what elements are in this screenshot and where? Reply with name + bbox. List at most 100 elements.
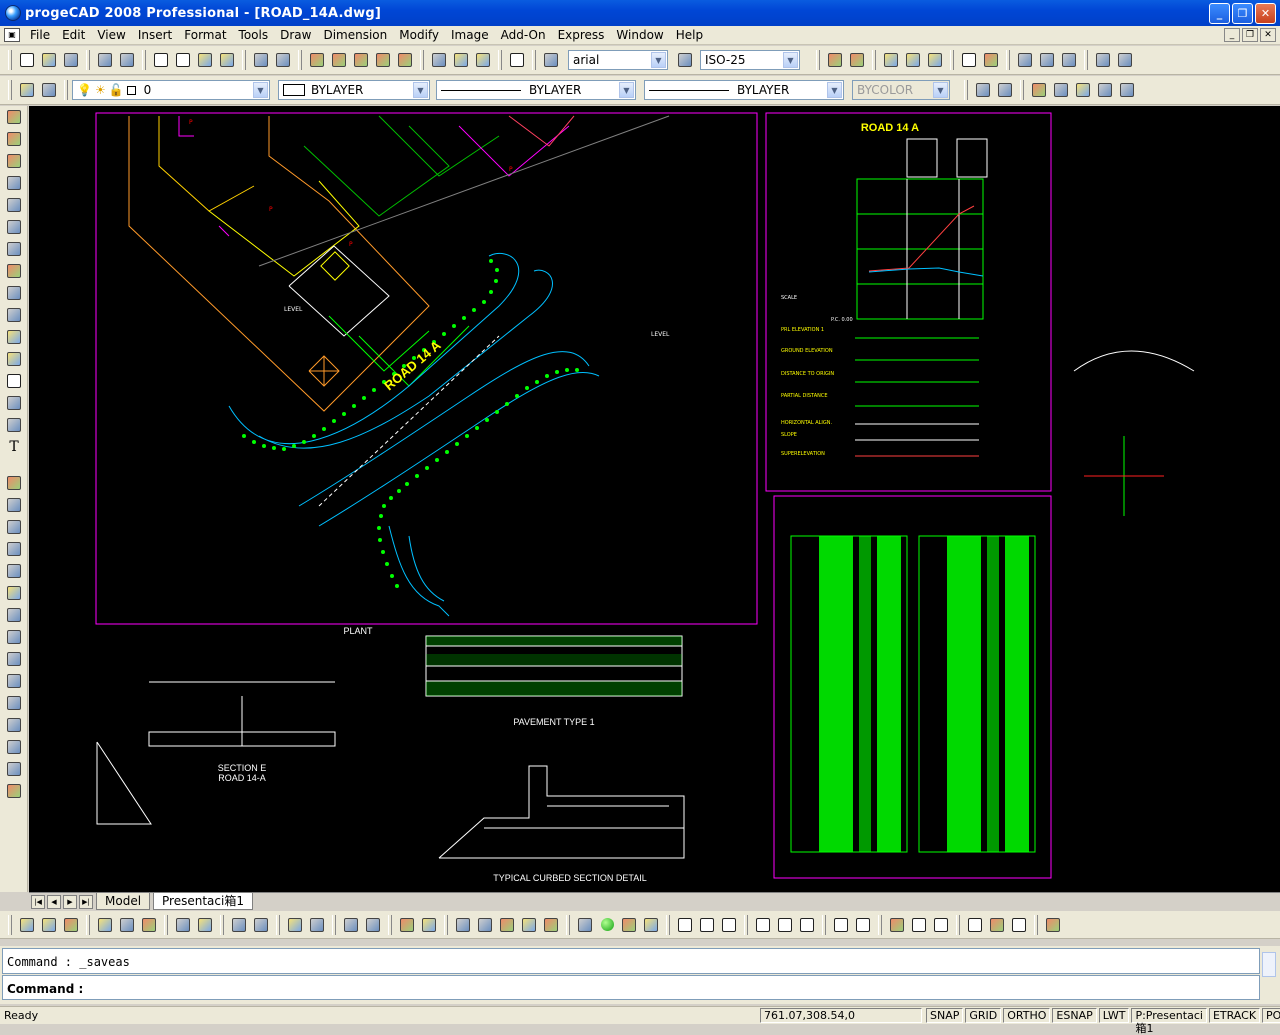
on-all-icon[interactable] (250, 914, 272, 936)
render-view-icon[interactable] (452, 914, 474, 936)
dim-aligned-icon[interactable] (696, 914, 718, 936)
offset-icon[interactable] (3, 538, 25, 560)
ucs-icon[interactable] (640, 914, 662, 936)
print-icon[interactable] (94, 49, 116, 71)
folder-icon[interactable] (518, 914, 540, 936)
unlock-all-icon[interactable] (362, 914, 384, 936)
image-attach-icon[interactable] (496, 914, 518, 936)
shapes-icon[interactable] (574, 914, 596, 936)
menu-file[interactable]: File (24, 26, 56, 45)
unlock-layer-icon[interactable] (194, 914, 216, 936)
app-icon[interactable] (5, 5, 21, 21)
text-style-icon[interactable] (540, 49, 562, 71)
freeze-all-icon[interactable] (306, 914, 328, 936)
move-icon[interactable] (3, 582, 25, 604)
menu-image[interactable]: Image (445, 26, 495, 45)
polar-toggle[interactable]: POLAR (1262, 1008, 1280, 1023)
scale-icon[interactable] (3, 626, 25, 648)
revision-cloud-icon[interactable] (3, 260, 25, 282)
dim-ordinate-icon[interactable] (718, 914, 740, 936)
last-tab-icon[interactable]: ▶| (79, 894, 93, 909)
erase-icon[interactable] (3, 472, 25, 494)
layer-current-icon[interactable] (94, 914, 116, 936)
help-icon[interactable] (506, 49, 528, 71)
linetype-combo[interactable]: BYLAYER ▼ (436, 80, 636, 100)
break-icon[interactable] (3, 714, 25, 736)
region-icon[interactable] (3, 414, 25, 436)
design-center-icon[interactable] (472, 49, 494, 71)
text-icon[interactable]: T (3, 436, 25, 458)
paste-icon[interactable] (194, 49, 216, 71)
document-icon[interactable]: ▣ (4, 28, 20, 42)
coordinate-display[interactable]: 761.07,308.54,0 (760, 1008, 922, 1023)
spell-icon[interactable] (958, 49, 980, 71)
layer-merge-icon[interactable] (396, 914, 418, 936)
pan-icon[interactable] (306, 49, 328, 71)
color-combo[interactable]: BYLAYER ▼ (278, 80, 430, 100)
doc-restore-icon[interactable]: ❐ (1242, 28, 1258, 42)
hatch-icon[interactable] (3, 392, 25, 414)
array-icon[interactable] (3, 560, 25, 582)
off-all-icon[interactable] (228, 914, 250, 936)
line-icon[interactable] (3, 106, 25, 128)
arc-icon[interactable] (3, 216, 25, 238)
command-scrollbar[interactable] (1262, 952, 1276, 977)
lock-layer-icon[interactable] (172, 914, 194, 936)
green-ball-icon[interactable] (596, 914, 618, 936)
thaw-all-icon[interactable] (284, 914, 306, 936)
zoom-realtime-icon[interactable] (328, 49, 350, 71)
ellipse-icon[interactable] (3, 304, 25, 326)
chevron-down-icon[interactable]: ▼ (651, 52, 666, 68)
new-file-icon[interactable] (16, 49, 38, 71)
zoom-previous-icon[interactable] (372, 49, 394, 71)
shade-icon[interactable] (1094, 79, 1116, 101)
zoom-window-icon[interactable] (350, 49, 372, 71)
menu-dimension[interactable]: Dimension (317, 26, 393, 45)
send-to-back-icon[interactable] (994, 79, 1016, 101)
dimstyle-combo[interactable]: ISO-25 ▼ (700, 50, 800, 70)
export-icon[interactable] (540, 914, 562, 936)
minimize-button[interactable]: _ (1209, 3, 1230, 24)
circle-icon[interactable] (3, 238, 25, 260)
stretch-icon[interactable] (3, 648, 25, 670)
mirror-icon[interactable] (3, 516, 25, 538)
doc-minimize-icon[interactable]: _ (1224, 28, 1240, 42)
freeze-layer-icon[interactable] (116, 914, 138, 936)
print-preview-icon[interactable] (116, 49, 138, 71)
menu-modify[interactable]: Modify (393, 26, 445, 45)
prev-tab-icon[interactable]: ◀ (47, 894, 61, 909)
chevron-down-icon[interactable]: ▼ (783, 52, 798, 68)
chevron-down-icon[interactable]: ▼ (253, 82, 268, 98)
dim-linear-icon[interactable] (674, 914, 696, 936)
chevron-down-icon[interactable]: ▼ (619, 82, 634, 98)
copy-object-icon[interactable] (3, 494, 25, 516)
tab-presentacion1[interactable]: Presentaci箱1 (153, 893, 253, 910)
undo-icon[interactable] (250, 49, 272, 71)
explode-icon[interactable] (3, 780, 25, 802)
close-button[interactable]: ✕ (1255, 3, 1276, 24)
layer-filter-icon[interactable] (60, 914, 82, 936)
trim-icon[interactable] (3, 670, 25, 692)
rectangle-icon[interactable] (3, 194, 25, 216)
layer-delete-icon[interactable] (418, 914, 440, 936)
polyline-icon[interactable] (3, 150, 25, 172)
osnap-clear-icon[interactable] (846, 49, 868, 71)
drawing-canvas[interactable]: P P P P ROAD 14 A LEVEL LEVEL PLANT ROAD… (29, 106, 1280, 892)
menu-express[interactable]: Express (552, 26, 611, 45)
fillet-icon[interactable] (3, 758, 25, 780)
multi-freeze-icon[interactable] (138, 914, 160, 936)
dist-icon[interactable] (880, 49, 902, 71)
dim-update-icon[interactable] (1008, 914, 1030, 936)
spline-icon[interactable] (3, 282, 25, 304)
make-block-icon[interactable] (3, 348, 25, 370)
menu-insert[interactable]: Insert (132, 26, 178, 45)
doc-close-icon[interactable]: ✕ (1260, 28, 1276, 42)
chevron-down-icon[interactable]: ▼ (827, 82, 842, 98)
open-file-icon[interactable] (38, 49, 60, 71)
layer-manager-icon[interactable] (16, 79, 38, 101)
xref-icon[interactable] (1014, 49, 1036, 71)
insert-block-icon[interactable] (3, 326, 25, 348)
restore-button[interactable]: ❐ (1232, 3, 1253, 24)
layer-state-icon[interactable] (38, 914, 60, 936)
lwt-toggle[interactable]: LWT (1098, 1008, 1130, 1023)
